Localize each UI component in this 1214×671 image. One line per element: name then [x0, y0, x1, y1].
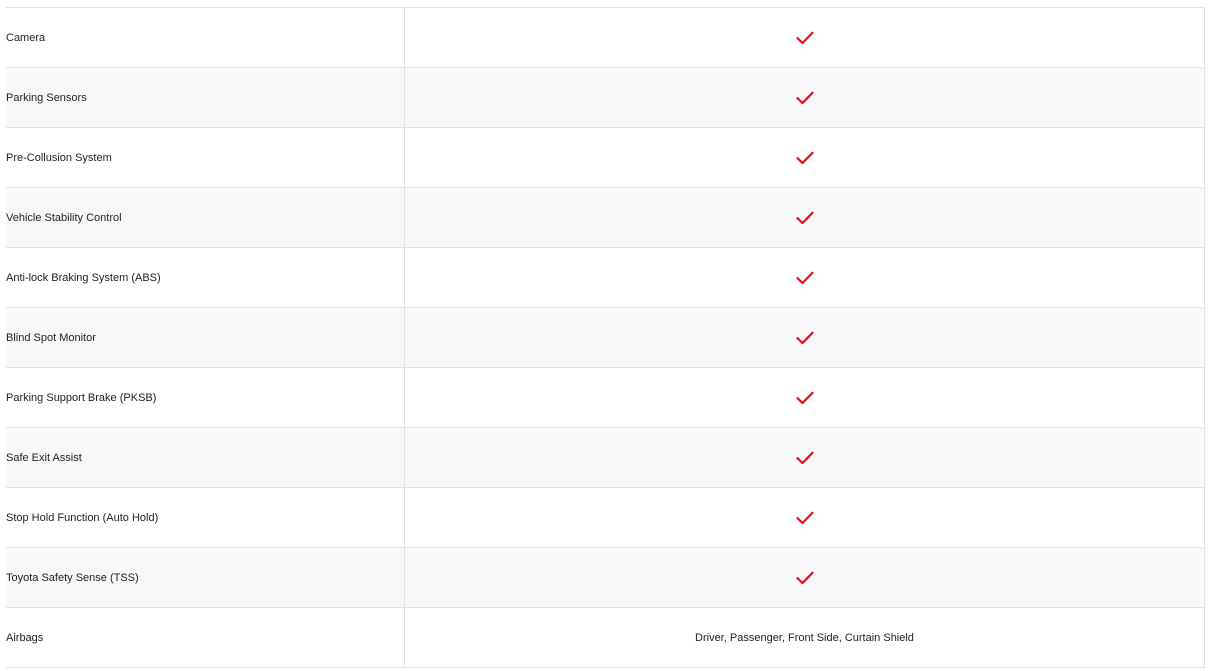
feature-label: Anti-lock Braking System (ABS) [6, 248, 405, 307]
table-row: Airbags Driver, Passenger, Front Side, C… [6, 608, 1205, 668]
feature-value [405, 428, 1205, 487]
feature-value [405, 188, 1205, 247]
check-icon [795, 451, 814, 464]
check-icon [795, 91, 814, 104]
check-icon [795, 31, 814, 44]
check-icon [795, 331, 814, 344]
table-row: Blind Spot Monitor [6, 308, 1205, 368]
table-row: Camera [6, 8, 1205, 68]
feature-value [405, 248, 1205, 307]
feature-value [405, 128, 1205, 187]
check-icon [795, 211, 814, 224]
check-icon [795, 511, 814, 524]
table-row: Safe Exit Assist [6, 428, 1205, 488]
feature-label: Parking Support Brake (PKSB) [6, 368, 405, 427]
feature-label: Pre-Collusion System [6, 128, 405, 187]
table-row: Parking Sensors [6, 68, 1205, 128]
table-row: Vehicle Stability Control [6, 188, 1205, 248]
table-row: Anti-lock Braking System (ABS) [6, 248, 1205, 308]
feature-label: Safe Exit Assist [6, 428, 405, 487]
feature-value [405, 8, 1205, 67]
feature-label: Airbags [6, 608, 405, 667]
feature-value-text: Driver, Passenger, Front Side, Curtain S… [695, 631, 914, 644]
feature-label: Vehicle Stability Control [6, 188, 405, 247]
feature-value [405, 488, 1205, 547]
safety-spec-table: Camera Parking Sensors Pre-Collusion Sys… [6, 7, 1205, 668]
check-icon [795, 391, 814, 404]
feature-label: Toyota Safety Sense (TSS) [6, 548, 405, 607]
table-row: Pre-Collusion System [6, 128, 1205, 188]
table-row: Parking Support Brake (PKSB) [6, 368, 1205, 428]
feature-label: Stop Hold Function (Auto Hold) [6, 488, 405, 547]
check-icon [795, 271, 814, 284]
feature-value: Driver, Passenger, Front Side, Curtain S… [405, 608, 1205, 667]
feature-label: Parking Sensors [6, 68, 405, 127]
table-row: Stop Hold Function (Auto Hold) [6, 488, 1205, 548]
feature-label: Blind Spot Monitor [6, 308, 405, 367]
feature-value [405, 308, 1205, 367]
check-icon [795, 151, 814, 164]
feature-label: Camera [6, 8, 405, 67]
feature-value [405, 368, 1205, 427]
feature-value [405, 68, 1205, 127]
feature-value [405, 548, 1205, 607]
check-icon [795, 571, 814, 584]
table-row: Toyota Safety Sense (TSS) [6, 548, 1205, 608]
